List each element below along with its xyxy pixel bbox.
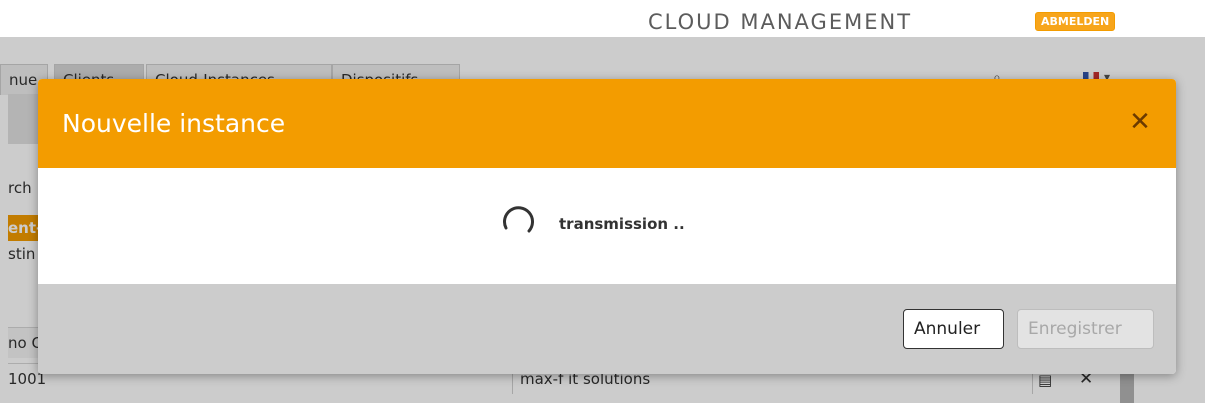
cancel-button[interactable]: Annuler: [903, 309, 1004, 349]
logout-button[interactable]: ABMELDEN: [1035, 12, 1116, 31]
loading-spinner-icon: [503, 206, 534, 233]
close-icon[interactable]: ✕: [1125, 107, 1155, 137]
dialog-footer: Annuler Enregistrer: [38, 284, 1176, 374]
dialog-body: transmission ..: [38, 168, 1176, 284]
dialog-title: Nouvelle instance: [62, 109, 286, 138]
loading-text: transmission ..: [559, 215, 685, 233]
app-title: CLOUD MANAGEMENT: [648, 10, 913, 34]
new-instance-dialog: Nouvelle instance ✕ transmission .. Annu…: [38, 79, 1176, 374]
top-header: CLOUD MANAGEMENT ABMELDEN: [0, 0, 1205, 37]
dialog-header: Nouvelle instance ✕: [38, 79, 1176, 168]
save-button[interactable]: Enregistrer: [1017, 309, 1154, 349]
